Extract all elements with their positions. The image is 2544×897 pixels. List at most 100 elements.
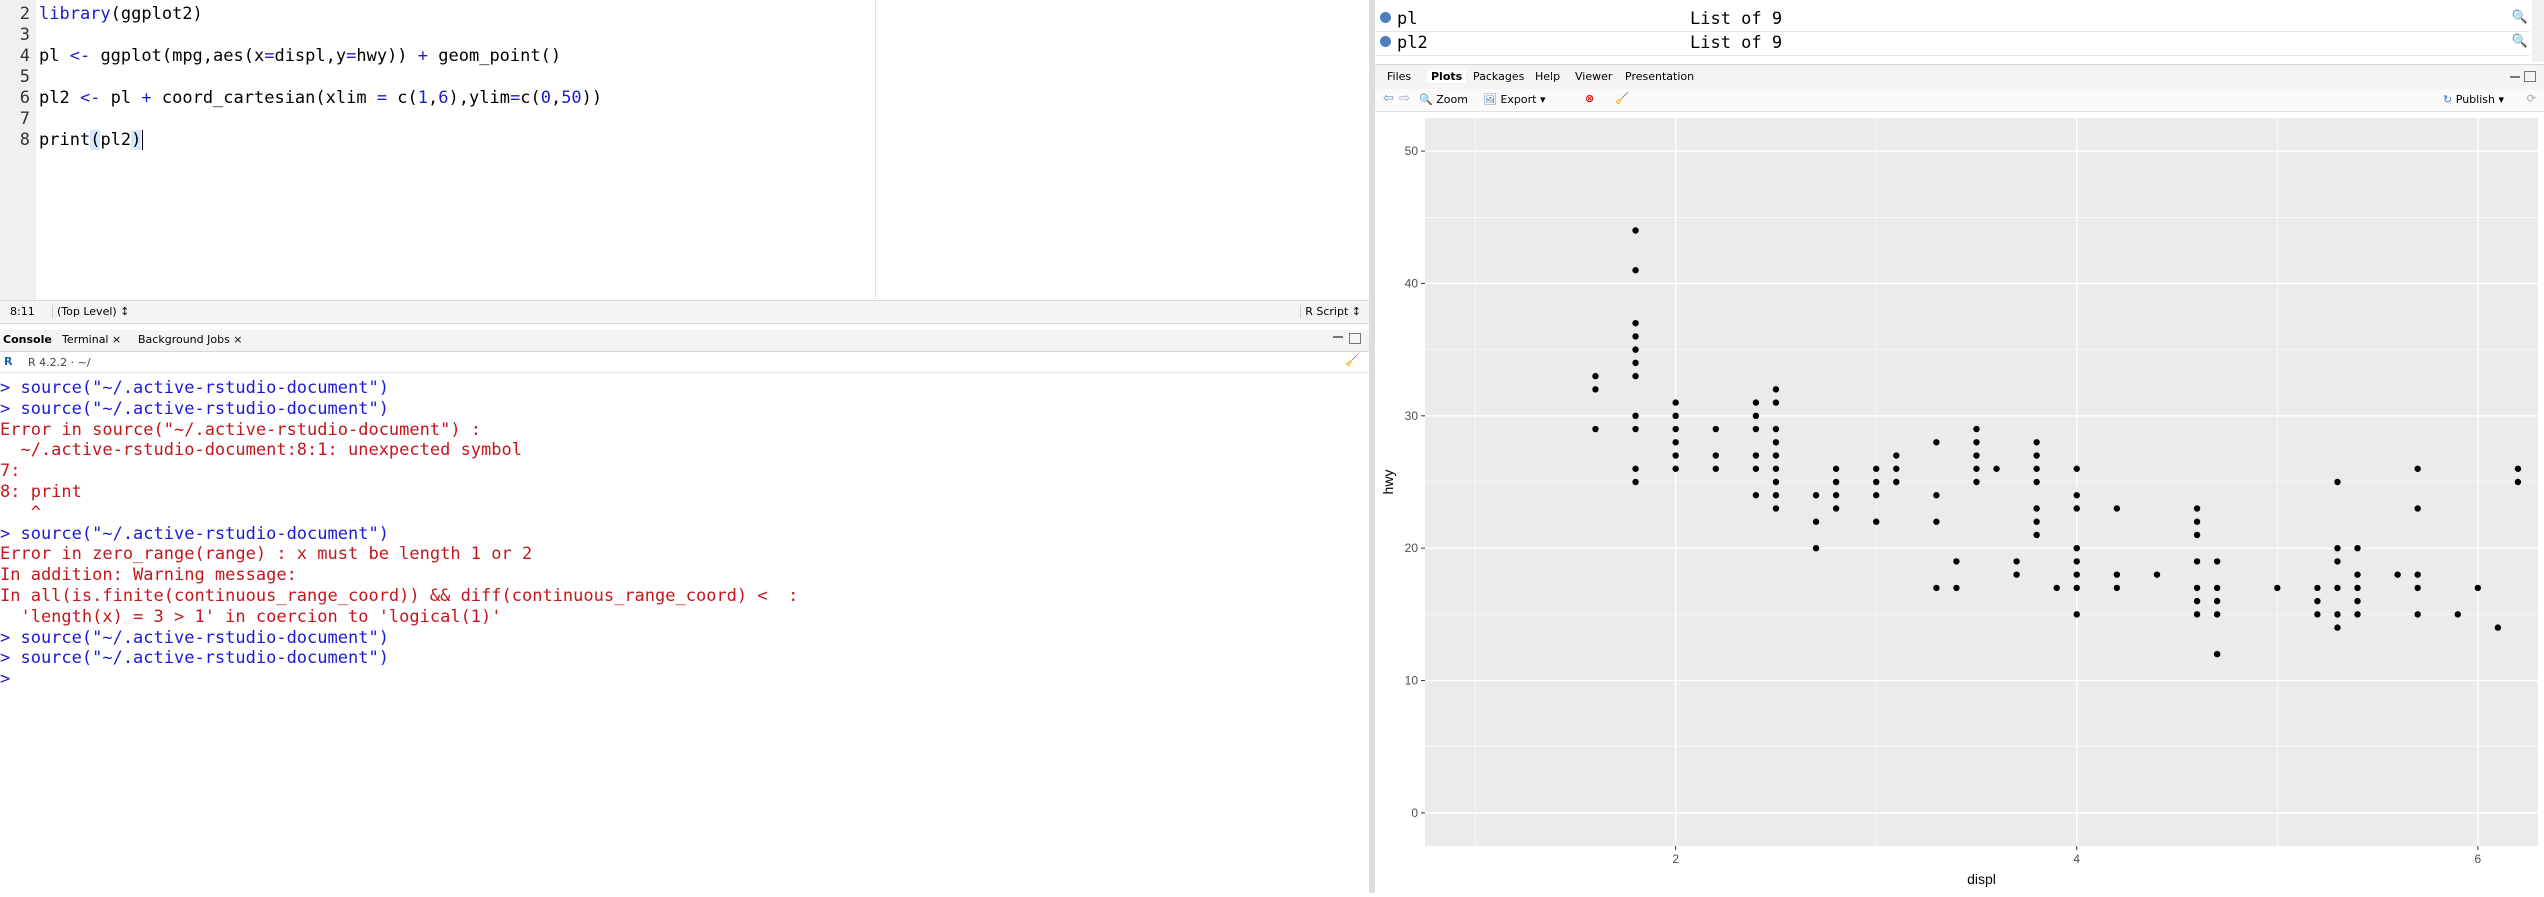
minimize-icon[interactable] [2510,76,2520,78]
data-point [2334,624,2341,631]
refresh-icon[interactable]: ⟳ [2527,92,2536,105]
data-point [2274,584,2281,592]
data-point [2514,478,2522,486]
minimize-icon[interactable] [1333,336,1343,338]
tab-presentation[interactable]: Presentation [1625,70,1694,83]
data-point [1752,399,1760,406]
data-point [1772,386,1780,393]
plot-viewer: 2 4 6 0 10 20 30 40 50 displ hwy [1375,112,2544,893]
data-point [2053,584,2060,592]
source-editor[interactable]: 2 3 4 5 6 7 8 library(ggplot2) pl <- ggp… [0,0,1369,300]
x-axis-label: displ [1967,871,1996,887]
maximize-icon[interactable] [1349,333,1361,344]
data-point [1772,478,1780,486]
data-point [1973,478,1980,486]
env-scrollbar[interactable] [2532,0,2544,62]
data-point [1993,465,2000,472]
data-point [1832,465,1840,472]
tab-console[interactable]: Console [3,333,52,346]
tab-packages[interactable]: Packages [1473,70,1524,83]
zoom-button[interactable]: 🔍 Zoom [1419,93,1468,106]
margin-guide [875,0,876,300]
console-output[interactable]: > source("~/.active-rstudio-document") > … [0,378,1369,893]
data-point [1953,558,1960,565]
data-point [2033,531,2040,539]
data-point [1712,452,1719,459]
code-line[interactable]: print(pl2) [39,130,144,150]
plots-toolbar: ⇦ ⇨ 🔍 Zoom 🖼 Export ▾ ⊗ 🧹 ↻ Publish ▾ ⟳ [1375,89,2544,112]
code-line[interactable]: library(ggplot2) [39,4,203,24]
remove-plot-icon[interactable]: ⊗ [1585,92,1594,105]
data-point [2033,465,2040,472]
console-command-line: > source("~/.active-rstudio-document") [0,378,389,398]
console-error-line: ~/.active-rstudio-document:8:1: unexpect… [0,440,522,461]
tab-help[interactable]: Help [1535,70,1560,83]
publish-label: Publish ▾ [2455,93,2504,106]
data-point [1752,412,1760,420]
data-point [1632,359,1639,367]
data-point [2213,597,2221,605]
data-point [1632,372,1639,380]
data-point [1632,425,1639,433]
code-line[interactable]: pl2 <- pl + coord_cartesian(xlim = c(1,6… [39,88,602,108]
tab-files[interactable]: Files [1387,70,1411,83]
tab-plots[interactable]: Plots [1427,70,1467,83]
file-type-selector[interactable]: R Script ↕ [1300,305,1361,318]
data-point [2113,584,2121,592]
data-point [1873,518,1880,525]
environment-pane: pl List of 9 🔍 pl2 List of 9 🔍 [1375,0,2544,62]
export-button[interactable]: 🖼 Export ▾ [1483,93,1546,106]
tab-viewer[interactable]: Viewer [1575,70,1612,83]
env-object-value: List of 9 [1690,9,1783,29]
data-point [1632,465,1639,472]
data-point [2013,571,2020,578]
line-number: 3 [19,25,30,45]
code-line[interactable]: pl <- ggplot(mpg,aes(x=displ,y=hwy)) + g… [39,46,561,66]
data-point [2314,597,2321,605]
data-point [1953,584,1960,592]
data-point [1933,584,1940,592]
x-tick-label: 4 [2073,852,2080,866]
line-number: 5 [19,67,30,87]
zoom-label: Zoom [1436,93,1468,106]
tab-background-jobs[interactable]: Background Jobs × [138,333,243,346]
env-row[interactable]: pl List of 9 🔍 [1375,8,2530,32]
tab-terminal[interactable]: Terminal × [62,333,121,346]
console-error-line: ^ [0,502,41,523]
data-point [1873,478,1880,486]
clear-console-icon[interactable]: 🧹 [1345,354,1359,367]
maximize-icon[interactable] [2524,71,2536,82]
scope-selector[interactable]: (Top Level) ↕ [52,305,129,318]
data-point [2193,584,2201,592]
data-point [1893,478,1900,486]
data-point [2414,611,2421,618]
y-tick-label: 20 [1405,541,1419,555]
data-point [1752,452,1760,459]
data-point [2213,650,2221,658]
data-point [1893,465,1900,472]
console-command-line: > source("~/.active-rstudio-document") [0,627,389,648]
back-arrow-icon[interactable]: ⇦ [1383,91,1394,106]
publish-button[interactable]: ↻ Publish ▾ [2443,93,2504,106]
data-point [2334,558,2341,565]
data-point [1672,399,1679,406]
data-point [1933,439,1940,446]
console-command-line: > [0,669,21,690]
search-icon[interactable]: 🔍 [2512,34,2528,49]
y-tick-label: 0 [1411,806,1418,820]
data-point [1752,425,1760,433]
data-point [1632,412,1639,420]
env-row[interactable]: pl2 List of 9 🔍 [1375,32,2530,56]
editor-status-bar: 8:11 (Top Level) ↕ R Script ↕ [0,300,1369,324]
search-icon[interactable]: 🔍 [2512,10,2528,25]
plots-pane-tab-bar: Files Plots Packages Help Viewer Present… [1375,64,2544,90]
y-tick-label: 50 [1405,144,1419,158]
data-point [1752,465,1760,472]
expand-icon[interactable] [1380,12,1391,23]
data-point [2494,624,2502,631]
data-point [2213,558,2221,565]
line-number: 8 [19,130,30,150]
expand-icon[interactable] [1380,36,1391,47]
clear-plots-icon[interactable]: 🧹 [1615,92,1629,105]
forward-arrow-icon[interactable]: ⇨ [1399,91,1410,106]
